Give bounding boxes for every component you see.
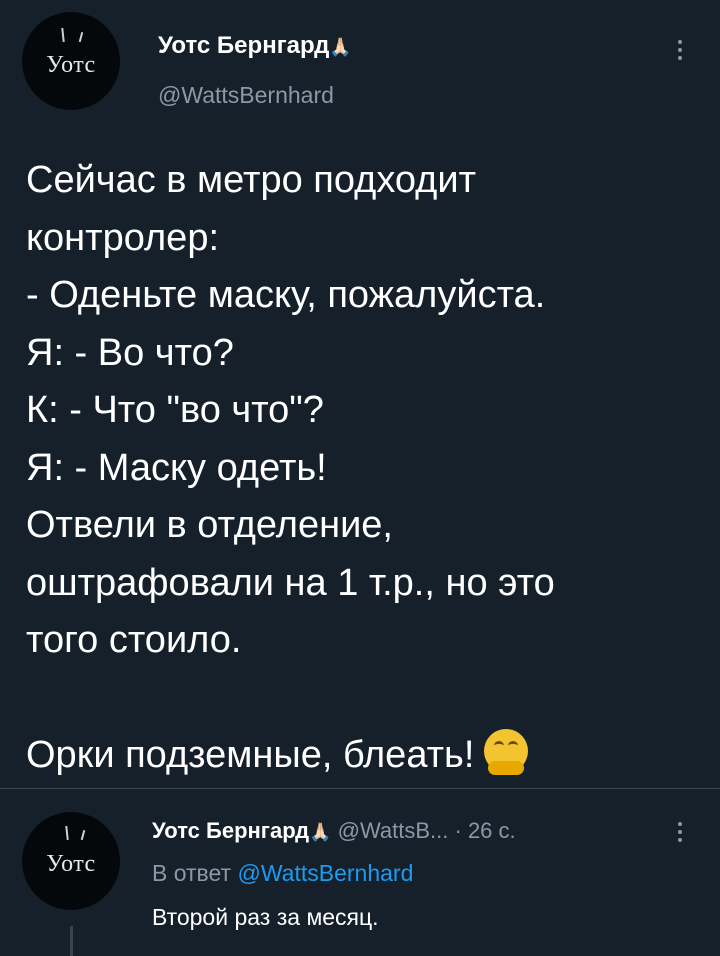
tweet-text: Сейчас в метро подходит контролер: - Оде… [26, 152, 696, 785]
tweet-line: контролер: [26, 216, 220, 259]
tweet-line: - Оденьте маску, пожалуйста. [26, 274, 546, 316]
divider [0, 788, 720, 789]
more-options-icon[interactable] [678, 818, 682, 846]
avatar-scratch [78, 31, 83, 43]
reply-author-avatar[interactable]: Уотс [22, 812, 120, 910]
avatar-label: Уотс [46, 51, 96, 78]
avatar-label: Уотс [46, 850, 96, 877]
avatar-scratch [65, 825, 69, 841]
author-name[interactable]: Уотс Бернгард🙏🏻 [158, 32, 352, 60]
author-handle[interactable]: @WattsBernhard [158, 82, 334, 109]
author-name-text: Уотс Бернгард [158, 32, 330, 59]
reply-header: Уотс Бернгард🙏🏻 @WattsB... · 26 с. [152, 818, 516, 844]
tweet-line: Отвели в отделение, [26, 504, 393, 546]
tweet-line: К: - Что "во что"? [26, 389, 324, 431]
tweet-line: Сейчас в метро подходит [26, 159, 476, 201]
replying-to-prefix: В ответ [152, 860, 232, 886]
reply-text: Второй раз за месяц. [152, 904, 379, 930]
tweet-line: Я: - Маску одеть! [26, 446, 327, 489]
tweet-closing-line: Орки подземные, блеать! [26, 727, 696, 785]
replying-to-mention[interactable]: @WattsBernhard [237, 860, 413, 886]
tweet-closing-text: Орки подземные, блеать! [26, 734, 475, 776]
author-avatar[interactable]: Уотс [22, 12, 120, 110]
avatar-scratch [61, 27, 65, 43]
reply-author-handle[interactable]: @WattsB... [338, 818, 449, 843]
replying-to: В ответ @WattsBernhard [152, 860, 413, 887]
tweet-line: оштрафовали на 1 т.р., но это [26, 561, 555, 604]
pray-emoji: 🙏🏻 [329, 37, 352, 57]
thread-line [70, 926, 73, 956]
avatar-scratch [80, 829, 85, 841]
reply-timestamp[interactable]: · 26 с. [455, 818, 516, 843]
reply-author-name[interactable]: Уотс Бернгард [152, 818, 309, 843]
pray-emoji: 🙏🏻 [309, 822, 332, 842]
hugging-face-icon [484, 729, 529, 775]
more-options-icon[interactable] [678, 36, 682, 64]
tweet-line: того стоило. [26, 619, 242, 661]
tweet-line: Я: - Во что? [26, 331, 234, 374]
